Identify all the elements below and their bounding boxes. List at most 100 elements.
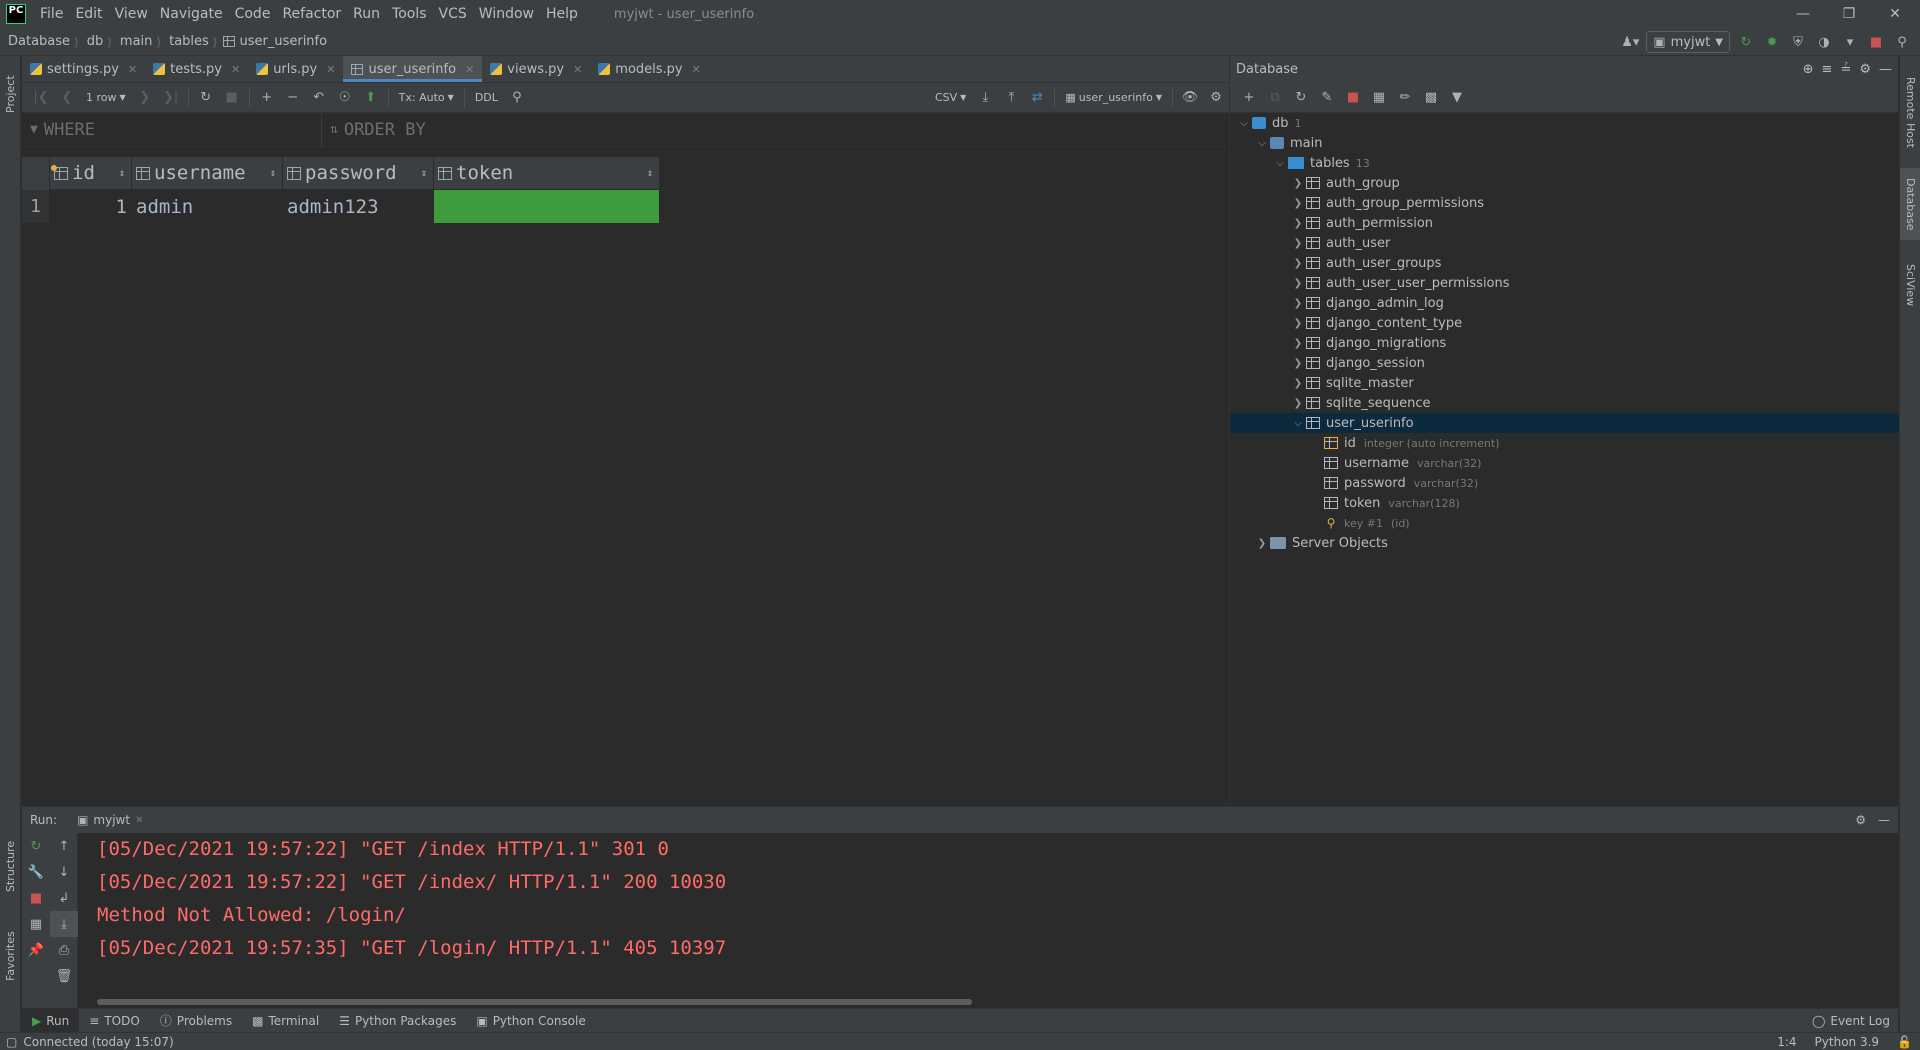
tool-window-toggle-icon[interactable]: ▢	[0, 1035, 23, 1049]
tool-button-python-packages[interactable]: ☰ Python Packages	[329, 1009, 466, 1033]
event-log-button[interactable]: ◯ Event Log	[1812, 1009, 1890, 1033]
debug-icon[interactable]: ✹	[1762, 32, 1782, 52]
sort-icon[interactable]: ⇕	[647, 168, 653, 179]
breadcrumb-main[interactable]: main	[112, 34, 156, 49]
tool-tab-sciview[interactable]: SciView	[1900, 252, 1920, 318]
tree-node-tables[interactable]: ⌵ tables 13	[1230, 153, 1899, 173]
profile-icon[interactable]: ◑	[1814, 32, 1834, 52]
first-page-icon[interactable]: |❮	[28, 87, 54, 109]
stop-icon[interactable]: ■	[1866, 32, 1886, 52]
collapse-all-icon[interactable]: ≟	[1840, 62, 1851, 77]
chevron-right-icon[interactable]: ❯	[1290, 318, 1306, 329]
chevron-down-icon[interactable]: ⌵	[1272, 158, 1288, 169]
tree-node-table[interactable]: ❯ auth_user	[1230, 233, 1899, 253]
run-tab-myjwt[interactable]: ▣ myjwt ✕	[77, 813, 143, 827]
run-configuration-select[interactable]: ▣ myjwt ▼	[1646, 31, 1730, 53]
close-tab-icon[interactable]: ✕	[465, 63, 474, 76]
tree-node-key[interactable]: ⚲ key #1 (id)	[1230, 513, 1899, 533]
menu-view[interactable]: View	[109, 0, 154, 28]
wrench-icon[interactable]: 🔧	[22, 859, 50, 885]
tool-button-problems[interactable]: ⓘ Problems	[150, 1009, 242, 1033]
close-tab-icon[interactable]: ✕	[231, 63, 240, 76]
menu-run[interactable]: Run	[347, 0, 386, 28]
menu-refactor[interactable]: Refactor	[276, 0, 347, 28]
import-icon[interactable]: ⤒	[998, 87, 1024, 109]
tree-node-main[interactable]: ⌵ main	[1230, 133, 1899, 153]
menu-window[interactable]: Window	[473, 0, 540, 28]
tree-node-table[interactable]: ❯ sqlite_sequence	[1230, 393, 1899, 413]
restore-icon[interactable]: ❐	[1826, 0, 1872, 28]
horizontal-scrollbar[interactable]	[97, 999, 972, 1005]
tree-node-column[interactable]: username varchar(32)	[1230, 453, 1899, 473]
chevron-down-icon[interactable]: ⌵	[1236, 118, 1252, 129]
revert-icon[interactable]: ↶	[306, 87, 332, 109]
rerun-icon[interactable]: ↻	[22, 833, 50, 859]
tab-models-py[interactable]: models.py ✕	[590, 56, 709, 82]
tool-button-python-console[interactable]: ▣ Python Console	[466, 1009, 595, 1033]
table-view-icon[interactable]: ▦	[1366, 87, 1392, 109]
duplicate-icon[interactable]: ⧉	[1262, 87, 1288, 109]
close-tab-icon[interactable]: ✕	[573, 63, 582, 76]
last-page-icon[interactable]: ❯|	[158, 87, 184, 109]
stop-icon[interactable]: ■	[22, 885, 50, 911]
cell-id[interactable]: 1	[50, 190, 132, 223]
tab-views-py[interactable]: views.py ✕	[482, 56, 590, 82]
tree-node-table[interactable]: ❯ auth_user_user_permissions	[1230, 273, 1899, 293]
export-format-select[interactable]: CSV ▼	[929, 91, 972, 104]
close-tab-icon[interactable]: ✕	[135, 815, 143, 826]
menu-help[interactable]: Help	[540, 0, 584, 28]
cell-token-selected[interactable]	[434, 190, 660, 223]
console-output[interactable]: [05/Dec/2021 19:57:22] "GET /index HTTP/…	[97, 833, 1898, 983]
column-header-password[interactable]: password ⇕	[283, 157, 434, 190]
chevron-down-icon[interactable]: ⌵	[1290, 418, 1306, 429]
sort-icon[interactable]: ⇕	[421, 168, 427, 179]
tree-node-db[interactable]: ⌵ db 1	[1230, 113, 1899, 133]
close-tab-icon[interactable]: ✕	[326, 63, 335, 76]
chevron-right-icon[interactable]: ❯	[1254, 538, 1270, 549]
tree-node-column[interactable]: token varchar(128)	[1230, 493, 1899, 513]
compare-icon[interactable]: ⇄	[1024, 87, 1050, 109]
row-number[interactable]: 1	[22, 190, 50, 223]
cancel-query-icon[interactable]: ■	[219, 87, 245, 109]
tree-node-table[interactable]: ❯ sqlite_master	[1230, 373, 1899, 393]
chevron-right-icon[interactable]: ❯	[1290, 378, 1306, 389]
scroll-down-icon[interactable]: ↓	[50, 859, 78, 885]
breadcrumb-tables[interactable]: tables	[161, 34, 213, 49]
user-account-icon[interactable]: ♟▾	[1620, 32, 1640, 52]
rerun-icon[interactable]: ↻	[1736, 32, 1756, 52]
chevron-right-icon[interactable]: ❯	[1290, 278, 1306, 289]
add-datasource-icon[interactable]: +	[1236, 87, 1262, 109]
filter-icon[interactable]: ▼	[1444, 87, 1470, 109]
transaction-mode-select[interactable]: Tx: Auto ▼	[393, 91, 460, 104]
reload-icon[interactable]: ↻	[193, 87, 219, 109]
column-header-id[interactable]: id ⇕	[50, 157, 132, 190]
tool-button-terminal[interactable]: ▩ Terminal	[242, 1009, 329, 1033]
tree-node-table[interactable]: ❯ django_session	[1230, 353, 1899, 373]
tool-button-todo[interactable]: ≡ TODO	[79, 1009, 150, 1033]
locate-icon[interactable]: ⊕	[1803, 62, 1814, 77]
settings-gear-icon[interactable]: ⚙	[1203, 87, 1229, 109]
tree-node-table[interactable]: ❯ django_migrations	[1230, 333, 1899, 353]
pin-icon[interactable]: 📌	[22, 937, 50, 963]
previous-page-icon[interactable]: ❮	[54, 87, 80, 109]
python-interpreter[interactable]: Python 3.9	[1815, 1035, 1880, 1049]
delete-row-icon[interactable]: −	[280, 87, 306, 109]
table-selector[interactable]: ▦ user_userinfo ▼	[1059, 91, 1168, 104]
chevron-right-icon[interactable]: ❯	[1290, 238, 1306, 249]
tree-node-table[interactable]: ❯ auth_user_groups	[1230, 253, 1899, 273]
print-icon[interactable]: ⎙	[50, 937, 78, 963]
close-window-icon[interactable]: ✕	[1872, 0, 1918, 28]
tree-node-table-selected[interactable]: ⌵ user_userinfo	[1230, 413, 1899, 433]
tool-tab-structure[interactable]: Structure	[0, 836, 21, 896]
hide-panel-icon[interactable]: —	[1878, 813, 1890, 827]
column-header-token[interactable]: token ⇕	[434, 157, 660, 190]
chevron-right-icon[interactable]: ❯	[1290, 358, 1306, 369]
coverage-icon[interactable]: ⛨	[1788, 32, 1808, 52]
sort-icon[interactable]: ⇕	[270, 168, 276, 179]
lock-icon[interactable]: 🔓	[1897, 1035, 1912, 1049]
trash-icon[interactable]: 🗑	[50, 963, 78, 989]
breadcrumb-user-userinfo[interactable]: user_userinfo	[235, 34, 331, 49]
chevron-right-icon[interactable]: ❯	[1290, 198, 1306, 209]
cell-password[interactable]: admin123	[283, 190, 434, 223]
tool-tab-remote-host[interactable]: Remote Host	[1900, 64, 1920, 160]
